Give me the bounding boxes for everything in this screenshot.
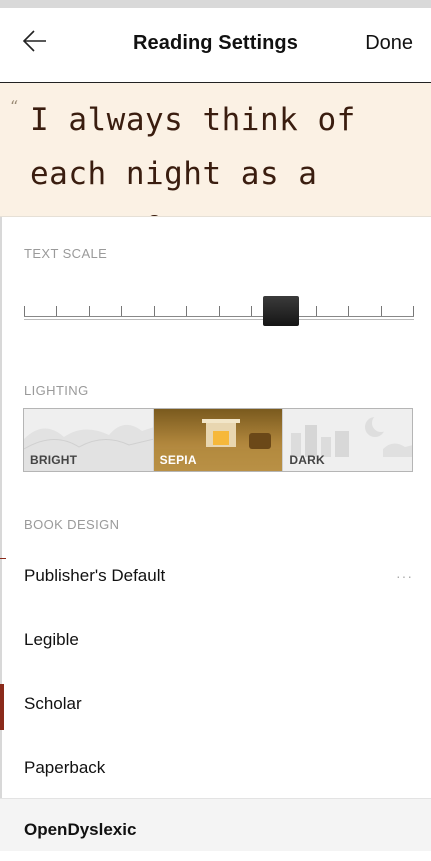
design-option-label: Paperback [24, 758, 106, 777]
more-icon[interactable]: ··· [396, 544, 413, 608]
lighting-option-bright[interactable]: BRIGHT [24, 409, 154, 471]
design-option-label: Legible [24, 630, 79, 649]
quote-mark: “ [10, 97, 19, 116]
slider-tick [413, 306, 414, 316]
text-scale-slider[interactable] [24, 294, 414, 326]
done-button[interactable]: Done [365, 32, 413, 55]
slider-tick [154, 306, 155, 316]
status-strip [0, 0, 431, 8]
slider-tick [316, 306, 317, 316]
slider-tick [381, 306, 382, 316]
slider-tick [219, 306, 220, 316]
reading-preview: “ I always think of each night as a song… [0, 83, 431, 217]
slider-tick [348, 306, 349, 316]
lighting-bright-label: BRIGHT [30, 453, 78, 467]
slider-tick [56, 306, 57, 316]
header-bar: Reading Settings Done [0, 8, 431, 83]
design-option-publishers-default[interactable]: Publisher's Default ··· [0, 544, 431, 608]
page-edge-divider [0, 558, 6, 559]
slider-tick [251, 306, 252, 316]
lighting-selector: BRIGHT SEPIA DARK [23, 408, 413, 472]
lighting-sepia-label: SEPIA [159, 453, 197, 467]
design-option-legible[interactable]: Legible [0, 608, 431, 672]
design-option-label: Publisher's Default [24, 566, 166, 585]
slider-tick [186, 306, 187, 316]
design-option-opendyslexic[interactable]: OpenDyslexic [0, 798, 431, 851]
page-edge-bookmark [0, 684, 4, 730]
lighting-label: LIGHTING [24, 383, 89, 398]
design-option-label: Scholar [24, 694, 82, 713]
design-option-paperback[interactable]: Paperback [0, 736, 431, 800]
slider-track-shadow [24, 319, 414, 320]
book-design-label: BOOK DESIGN [24, 517, 120, 532]
slider-track [24, 316, 414, 317]
lighting-option-sepia[interactable]: SEPIA [153, 409, 283, 471]
preview-text: I always think of each night as a song. … [30, 102, 356, 216]
design-option-label: OpenDyslexic [24, 820, 137, 839]
text-scale-label: TEXT SCALE [24, 246, 108, 261]
slider-thumb[interactable] [263, 296, 299, 326]
lighting-option-dark[interactable]: DARK [282, 409, 413, 471]
slider-tick [121, 306, 122, 316]
lighting-dark-label: DARK [289, 453, 325, 467]
slider-tick [24, 306, 25, 316]
slider-tick [89, 306, 90, 316]
design-option-scholar[interactable]: Scholar [0, 672, 431, 736]
